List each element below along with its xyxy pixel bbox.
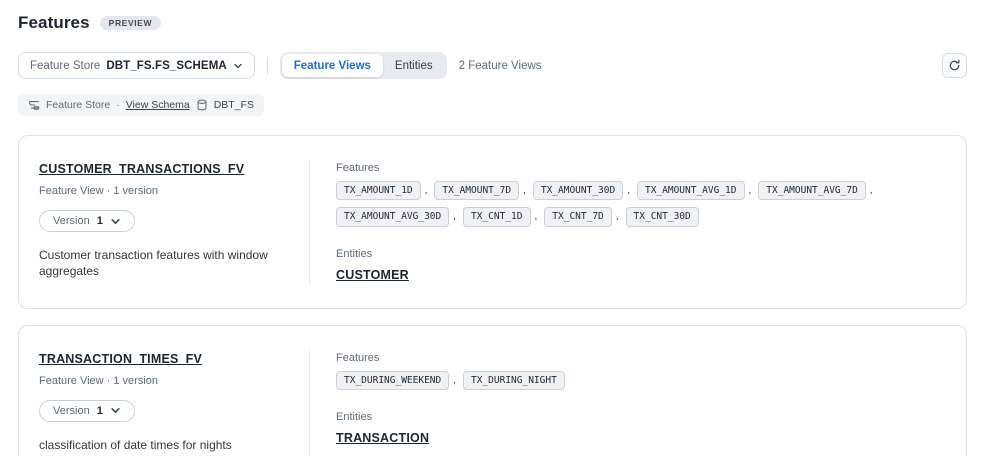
page-header: Features PREVIEW (18, 10, 967, 36)
chip-separator: , (627, 185, 630, 196)
feature-store-select-label: Feature Store (30, 60, 100, 72)
feature-store-icon (28, 99, 40, 111)
chip-separator: , (523, 185, 526, 196)
version-label: Version (53, 215, 90, 227)
feature-chip: TX_CNT_7D (544, 207, 611, 226)
feature-chip: TX_AMOUNT_1D (336, 181, 421, 200)
feature-view-title-link[interactable]: CUSTOMER_TRANSACTIONS_FV (39, 162, 244, 176)
refresh-button[interactable] (942, 53, 967, 78)
entity-links: TRANSACTION (336, 423, 940, 447)
page-title: Features (18, 13, 90, 33)
chevron-down-icon (110, 405, 121, 416)
tab-entities[interactable]: Entities (383, 54, 445, 77)
feature-view-title-link[interactable]: TRANSACTION_TIMES_FV (39, 352, 202, 366)
card-details: Features TX_DURING_WEEKEND, TX_DURING_NIG… (309, 350, 966, 456)
entities-block: Entities TRANSACTION (336, 411, 940, 447)
refresh-icon (948, 59, 961, 72)
feature-chip-list: TX_AMOUNT_1D, TX_AMOUNT_7D, TX_AMOUNT_30D,… (336, 181, 916, 227)
chip-separator: , (749, 185, 752, 196)
chevron-down-icon (233, 61, 243, 71)
chevron-down-icon (110, 216, 121, 227)
preview-badge: PREVIEW (100, 16, 161, 31)
feature-chip: TX_AMOUNT_AVG_7D (758, 181, 866, 200)
chip-separator: , (616, 211, 619, 222)
chip-separator: , (870, 185, 873, 196)
entities-label: Entities (336, 411, 940, 423)
feature-view-description: classification of date times for nights … (39, 437, 289, 456)
version-selector[interactable]: Version 1 (39, 400, 135, 422)
feature-chip: TX_DURING_WEEKEND (336, 371, 449, 390)
entities-block: Entities CUSTOMER (336, 248, 940, 284)
view-tabs-group: Feature Views Entities (280, 52, 447, 79)
card-summary: CUSTOMER_TRANSACTIONS_FV Feature View · … (19, 160, 309, 284)
chip-separator: , (535, 211, 538, 222)
feature-view-card: CUSTOMER_TRANSACTIONS_FV Feature View · … (18, 135, 967, 309)
database-icon (196, 99, 208, 111)
feature-chip: TX_CNT_30D (626, 207, 699, 226)
entity-link[interactable]: CUSTOMER (336, 268, 409, 282)
feature-store-select[interactable]: Feature Store DBT_FS.FS_SCHEMA (18, 52, 255, 79)
feature-views-count: 2 Feature Views (459, 60, 542, 72)
card-details: Features TX_AMOUNT_1D,TX_AMOUNT_7D,TX_AM… (309, 160, 966, 284)
feature-view-card: TRANSACTION_TIMES_FV Feature View · 1 ve… (18, 325, 967, 456)
breadcrumb-separator: · (116, 99, 120, 111)
features-label: Features (336, 162, 940, 174)
chip-separator: , (425, 185, 428, 196)
feature-chip: TX_AMOUNT_AVG_1D (637, 181, 745, 200)
feature-chip: TX_DURING_NIGHT (463, 371, 565, 390)
entity-link[interactable]: TRANSACTION (336, 431, 429, 445)
breadcrumb: Feature Store · View Schema DBT_FS (18, 94, 264, 116)
version-value: 1 (97, 405, 103, 417)
feature-store-select-value: DBT_FS.FS_SCHEMA (106, 60, 226, 72)
entities-label: Entities (336, 248, 940, 260)
database-name: DBT_FS (214, 99, 254, 111)
feature-chip: TX_CNT_1D (463, 207, 530, 226)
feature-view-description: Customer transaction features with windo… (39, 247, 289, 279)
features-label: Features (336, 352, 940, 364)
chip-separator: , (453, 211, 456, 222)
card-summary: TRANSACTION_TIMES_FV Feature View · 1 ve… (19, 350, 309, 456)
chip-separator: , (453, 375, 456, 386)
view-schema-link[interactable]: View Schema (126, 99, 190, 111)
feature-view-subtitle: Feature View · 1 version (39, 375, 289, 387)
feature-chip: TX_AMOUNT_7D (434, 181, 519, 200)
version-selector[interactable]: Version 1 (39, 210, 135, 232)
entity-links: CUSTOMER (336, 260, 940, 284)
toolbar: Feature Store DBT_FS.FS_SCHEMA Feature V… (18, 52, 967, 79)
tab-feature-views[interactable]: Feature Views (282, 54, 383, 77)
divider (267, 58, 268, 74)
feature-chip: TX_AMOUNT_AVG_30D (336, 207, 449, 226)
feature-view-subtitle: Feature View · 1 version (39, 185, 289, 197)
version-value: 1 (97, 215, 103, 227)
feature-chip-list: TX_DURING_WEEKEND, TX_DURING_NIGHT (336, 371, 916, 390)
feature-chip: TX_AMOUNT_30D (533, 181, 623, 200)
features-page: Features PREVIEW Feature Store DBT_FS.FS… (0, 0, 985, 456)
version-label: Version (53, 405, 90, 417)
breadcrumb-store-label: Feature Store (46, 99, 110, 111)
feature-view-list: CUSTOMER_TRANSACTIONS_FV Feature View · … (18, 135, 967, 456)
